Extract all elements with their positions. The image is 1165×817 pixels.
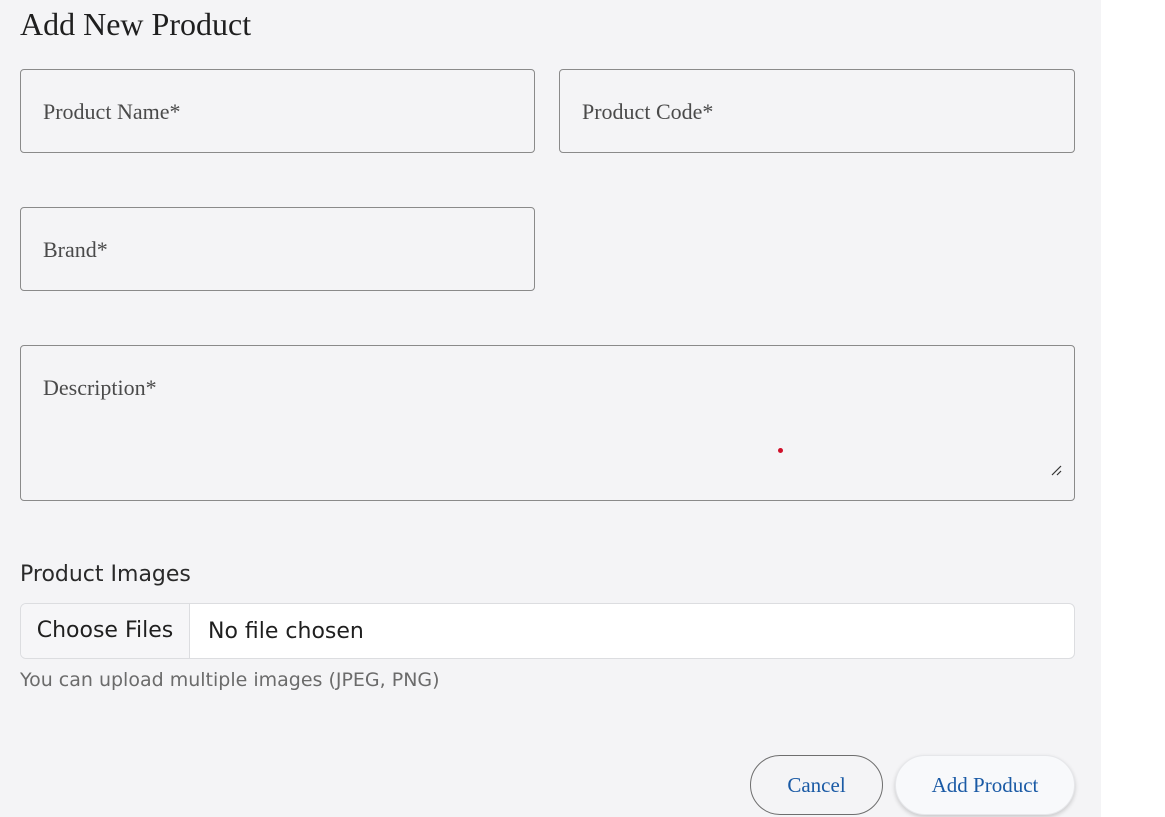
resize-handle-icon[interactable] bbox=[1050, 464, 1062, 476]
choose-files-button[interactable]: Choose Files bbox=[21, 604, 190, 658]
cursor-indicator bbox=[778, 448, 783, 453]
product-code-field[interactable]: Product Code* bbox=[559, 69, 1075, 153]
page-title: Add New Product bbox=[20, 6, 252, 42]
description-label: Description* bbox=[43, 375, 157, 400]
product-images-file-input[interactable]: Choose Files No file chosen bbox=[20, 603, 1075, 659]
add-product-form: Add New Product Product Name* Product Co… bbox=[0, 0, 1101, 817]
brand-field[interactable]: Brand* bbox=[20, 207, 535, 291]
description-textarea[interactable]: Description* bbox=[20, 345, 1075, 501]
upload-help-text: You can upload multiple images (JPEG, PN… bbox=[20, 669, 440, 691]
product-code-label: Product Code* bbox=[582, 99, 714, 124]
product-images-label: Product Images bbox=[20, 562, 191, 587]
brand-label: Brand* bbox=[43, 237, 108, 262]
file-status-text: No file chosen bbox=[208, 619, 364, 644]
add-product-button[interactable]: Add Product bbox=[895, 755, 1075, 815]
product-name-field[interactable]: Product Name* bbox=[20, 69, 535, 153]
product-name-label: Product Name* bbox=[43, 99, 181, 124]
cancel-button[interactable]: Cancel bbox=[750, 755, 883, 815]
